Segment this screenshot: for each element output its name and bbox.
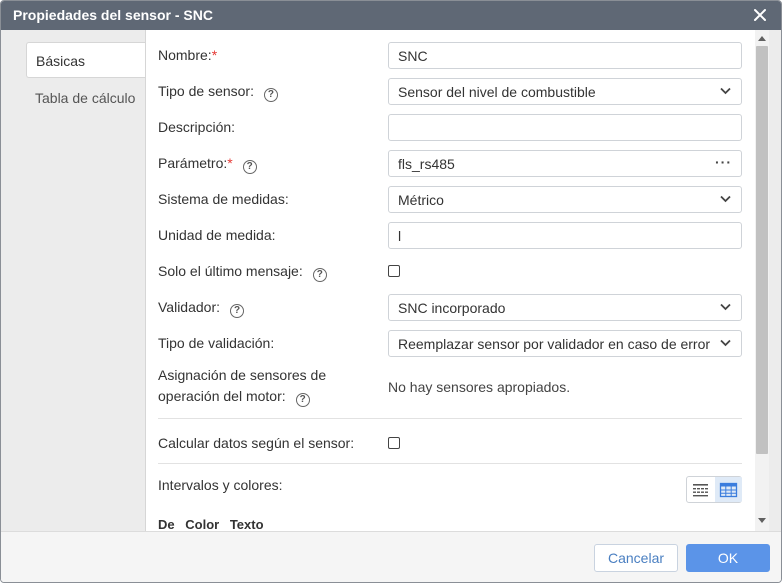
engine-sensors-label-line1: Asignación de sensores de bbox=[158, 367, 327, 383]
close-icon[interactable] bbox=[753, 8, 767, 22]
engine-sensors-label-line2: operación del motor:? bbox=[158, 388, 310, 407]
engine-sensors-value: No hay sensores apropiados. bbox=[388, 379, 571, 395]
sensor-type-value: Sensor del nivel de combustible bbox=[398, 84, 596, 100]
scroll-down-arrow-icon[interactable] bbox=[758, 518, 766, 523]
chevron-down-icon bbox=[720, 303, 731, 311]
calc-by-sensor-label: Calcular datos según el sensor: bbox=[158, 435, 355, 451]
chevron-down-icon bbox=[720, 195, 731, 203]
divider bbox=[158, 463, 742, 464]
scrollbar-thumb[interactable] bbox=[756, 46, 768, 454]
validation-type-select[interactable]: Reemplazar sensor por validador en caso … bbox=[388, 330, 742, 357]
name-label: Nombre:* bbox=[158, 47, 218, 63]
name-input[interactable]: SNC bbox=[388, 42, 742, 69]
measure-system-label: Sistema de medidas: bbox=[158, 191, 289, 207]
validator-label: Validador:? bbox=[158, 299, 245, 318]
name-value: SNC bbox=[398, 48, 428, 64]
column-header-de: De bbox=[158, 517, 175, 531]
divider bbox=[158, 418, 742, 419]
tab-list: Básicas Tabla de cálculo bbox=[1, 30, 145, 531]
required-mark: * bbox=[227, 155, 233, 171]
sensor-type-label: Tipo de sensor:? bbox=[158, 83, 278, 102]
help-icon[interactable]: ? bbox=[295, 393, 310, 407]
form-panel: Nombre:* SNC Tipo de sensor:? Sensor del… bbox=[145, 30, 755, 531]
dialog-footer: Cancelar OK bbox=[1, 531, 781, 582]
parameter-value: fls_rs485 bbox=[398, 156, 455, 172]
measure-system-value: Métrico bbox=[398, 192, 444, 208]
validator-value: SNC incorporado bbox=[398, 300, 506, 316]
column-header-texto: Texto bbox=[229, 517, 264, 531]
scroll-up-arrow-icon[interactable] bbox=[758, 36, 766, 41]
description-label: Descripción: bbox=[158, 119, 236, 135]
intervals-label: Intervalos y colores: bbox=[158, 477, 283, 493]
calc-by-sensor-checkbox[interactable] bbox=[388, 437, 400, 449]
unit-input[interactable]: l bbox=[388, 222, 742, 249]
help-icon[interactable]: ? bbox=[263, 88, 278, 102]
last-message-label: Solo el último mensaje:? bbox=[158, 263, 327, 282]
ok-button[interactable]: OK bbox=[686, 544, 770, 572]
measure-system-select[interactable]: Métrico bbox=[388, 186, 742, 213]
unit-label: Unidad de medida: bbox=[158, 227, 276, 243]
column-header-color: Color bbox=[185, 517, 220, 531]
chevron-down-icon bbox=[720, 339, 731, 347]
view-toggle bbox=[686, 476, 742, 503]
intervals-table-header: De Color Texto bbox=[158, 517, 271, 531]
parameter-label: Parámetro:*? bbox=[158, 155, 257, 174]
help-icon[interactable]: ? bbox=[242, 160, 257, 174]
parameter-input[interactable]: fls_rs485 ··· bbox=[388, 150, 742, 177]
chevron-down-icon bbox=[720, 87, 731, 95]
help-icon[interactable]: ? bbox=[312, 268, 327, 282]
unit-value: l bbox=[398, 228, 402, 244]
validator-select[interactable]: SNC incorporado bbox=[388, 294, 742, 321]
validation-type-label: Tipo de validación: bbox=[158, 335, 275, 351]
dialog-body: Básicas Tabla de cálculo Nombre:* SNC Ti… bbox=[1, 30, 781, 531]
title-bar: Propiedades del sensor - SNC bbox=[1, 1, 781, 30]
description-input[interactable] bbox=[388, 114, 742, 141]
required-mark: * bbox=[211, 47, 218, 63]
last-message-checkbox[interactable] bbox=[388, 265, 400, 277]
validation-type-value: Reemplazar sensor por validador en caso … bbox=[398, 336, 711, 352]
tab-basicas[interactable]: Básicas bbox=[26, 42, 145, 78]
sensor-type-select[interactable]: Sensor del nivel de combustible bbox=[388, 78, 742, 105]
list-view-icon[interactable] bbox=[687, 477, 714, 502]
more-options-icon[interactable]: ··· bbox=[715, 154, 732, 170]
vertical-scrollbar[interactable] bbox=[755, 30, 769, 531]
tab-tabla-de-calculo[interactable]: Tabla de cálculo bbox=[26, 80, 145, 116]
sensor-properties-dialog: Propiedades del sensor - SNC Básicas Tab… bbox=[0, 0, 782, 583]
help-icon[interactable]: ? bbox=[230, 304, 245, 318]
dialog-title: Propiedades del sensor - SNC bbox=[13, 7, 213, 23]
cancel-button[interactable]: Cancelar bbox=[594, 544, 678, 572]
table-view-icon[interactable] bbox=[715, 477, 742, 502]
